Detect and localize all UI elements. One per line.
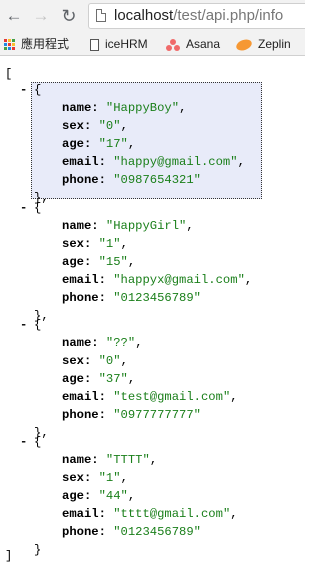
document-icon [90,38,99,51]
json-viewer: [ -{name: "HappyBoy", sex: "0", age: "17",… [0,56,305,579]
url-host: localhost [114,7,174,24]
json-property-age: age: "15", [62,255,136,269]
bookmark-zeplin[interactable]: Zeplin [234,36,291,53]
json-value: HappyBoy [113,101,172,115]
json-key: phone: [62,525,114,539]
address-bar[interactable]: localhost/test/api.php/info [88,3,305,29]
json-value: 0987654321 [120,173,194,187]
page-icon [96,9,106,22]
json-property-sex: sex: "1", [62,237,128,251]
json-value: 0123456789 [120,291,194,305]
json-property-email: email: "happyx@gmail.com", [62,273,253,287]
json-key: name: [62,336,106,350]
json-property-phone: phone: "0987654321" [62,173,201,187]
bookmark-label: 應用程式 [21,37,70,51]
asana-logo-icon [166,38,180,51]
json-key: phone: [62,291,114,305]
json-value: HappyGirl [113,219,180,233]
json-value: happy@gmail.com [120,155,231,169]
url-path: /test/api.php/info [173,7,284,24]
browser-toolbar: ← → ↻ localhost/test/api.php/info [0,0,305,32]
reload-icon[interactable]: ↻ [58,5,80,27]
json-property-age: age: "17", [62,137,136,151]
back-arrow-icon[interactable]: ← [3,5,25,27]
json-property-name: name: "HappyGirl", [62,219,194,233]
json-property-phone: phone: "0977777777" [62,408,201,422]
json-value: 17 [105,137,121,151]
json-property-sex: sex: "1", [62,471,128,485]
bookmark-label: Asana [186,37,221,51]
json-value: 0977777777 [120,408,194,422]
array-open-bracket: [ [5,67,13,81]
object-close-brace: } [34,543,42,557]
json-property-age: age: "44", [62,489,136,503]
json-key: sex: [62,471,99,485]
json-key: sex: [62,354,99,368]
json-property-phone: phone: "0123456789" [62,291,201,305]
json-key: age: [62,489,99,503]
json-key: name: [62,219,106,233]
json-key: phone: [62,173,114,187]
object-open-brace: { [34,201,42,215]
bookmark-apps[interactable]: 應用程式 [4,36,69,52]
collapse-toggle[interactable]: - [20,201,27,215]
bookmark-icehrm[interactable]: iceHRM [90,36,148,52]
apps-grid-icon [4,39,15,51]
object-open-brace: { [34,318,42,332]
json-property-email: email: "happy@gmail.com", [62,155,245,169]
json-value: happyx@gmail.com [120,273,238,287]
collapse-toggle[interactable]: - [20,318,27,332]
json-key: name: [62,101,106,115]
json-key: name: [62,453,106,467]
json-key: age: [62,255,99,269]
json-value: 37 [105,372,121,386]
json-key: sex: [62,119,99,133]
json-value: test@gmail.com [120,390,223,404]
json-property-sex: sex: "0", [62,119,128,133]
json-key: email: [62,390,114,404]
json-property-sex: sex: "0", [62,354,128,368]
json-property-name: name: "HappyBoy", [62,101,187,115]
json-value: 44 [105,489,121,503]
json-key: age: [62,137,99,151]
bookmark-label: iceHRM [105,37,148,51]
json-key: email: [62,155,114,169]
json-property-email: email: "tttt@gmail.com", [62,507,238,521]
json-property-name: name: "??", [62,336,143,350]
collapse-toggle[interactable]: - [20,435,27,449]
zeplin-logo-icon [234,37,254,53]
json-property-phone: phone: "0123456789" [62,525,201,539]
array-close-bracket: ] [5,549,13,563]
json-value: tttt@gmail.com [120,507,223,521]
json-value: 15 [105,255,121,269]
url-text[interactable]: localhost/test/api.php/info [114,7,283,25]
json-value: ?? [113,336,128,350]
collapse-toggle[interactable]: - [20,83,27,97]
bookmark-label: Zeplin [258,37,291,51]
json-value: 0123456789 [120,525,194,539]
json-key: sex: [62,237,99,251]
json-key: email: [62,273,114,287]
bookmark-asana[interactable]: Asana [166,36,220,52]
object-open-brace: { [34,435,42,449]
object-open-brace: { [34,83,42,97]
forward-arrow-icon[interactable]: → [30,5,52,27]
json-key: age: [62,372,99,386]
bookmarks-bar: 應用程式 iceHRM Asana Zeplin [0,32,305,56]
json-key: email: [62,507,114,521]
json-key: phone: [62,408,114,422]
json-property-age: age: "37", [62,372,136,386]
json-property-email: email: "test@gmail.com", [62,390,238,404]
json-value: TTTT [113,453,143,467]
json-property-name: name: "TTTT", [62,453,158,467]
